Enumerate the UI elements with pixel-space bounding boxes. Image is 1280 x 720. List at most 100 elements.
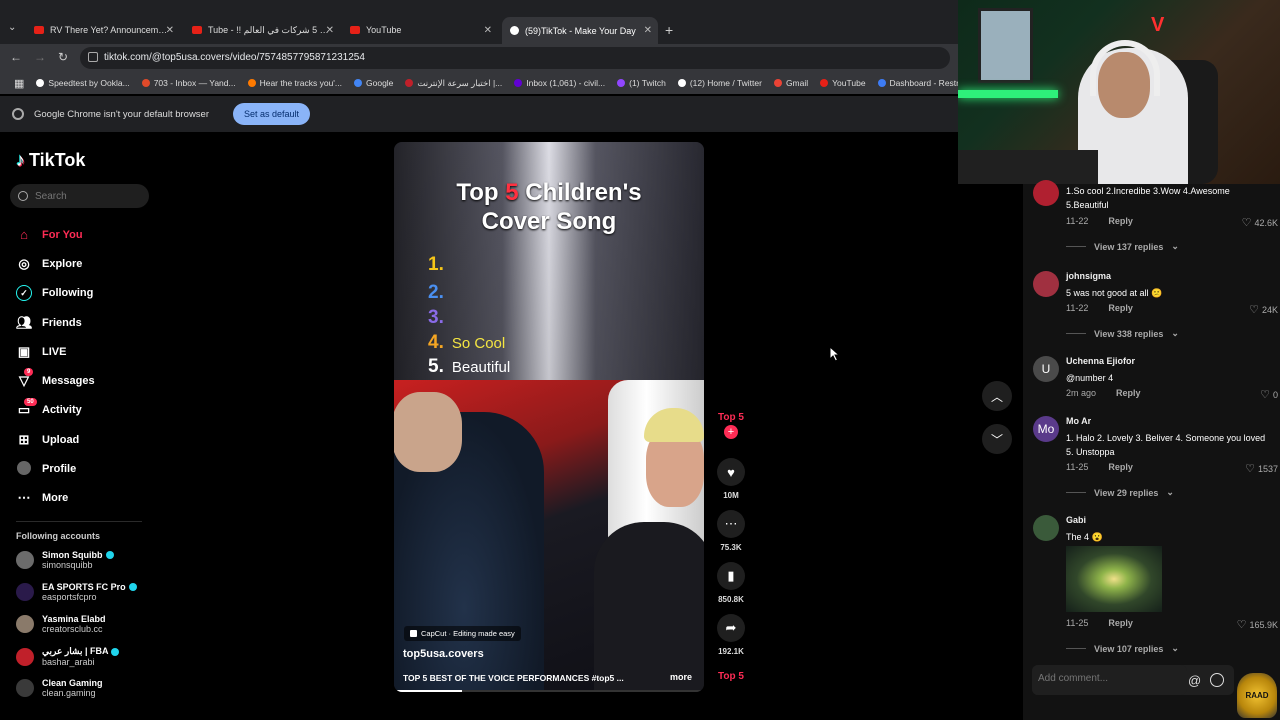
commenter-avatar[interactable]: U xyxy=(1033,356,1059,382)
capcut-tag[interactable]: CapCut · Editing made easy xyxy=(404,626,521,641)
close-tab-icon[interactable]: ✕ xyxy=(326,25,334,36)
comment-date: 11-22 xyxy=(1066,216,1089,226)
emoji-icon[interactable] xyxy=(1210,673,1224,687)
bookmark-item[interactable]: 703 - Inbox — Yand... xyxy=(136,78,242,88)
bookmark-item[interactable]: Inbox (1,061) - civil... xyxy=(508,78,611,88)
bookmark-item[interactable]: اختبار سرعة الإنترنت |... xyxy=(399,78,508,89)
commenter-avatar[interactable]: Mo xyxy=(1033,416,1059,442)
reply-button[interactable]: Reply xyxy=(1108,462,1133,472)
comment-like[interactable]: ♡ 42.6K xyxy=(1242,216,1278,229)
close-tab-icon[interactable]: ✕ xyxy=(166,25,174,36)
rank-number: 3. xyxy=(428,307,444,328)
share-action[interactable]: ➦ 192.1K xyxy=(714,614,748,656)
sound-label[interactable]: Top 5 xyxy=(714,671,748,682)
comment-like[interactable]: ♡ 24K xyxy=(1249,303,1278,316)
compass-icon: ◎ xyxy=(18,255,30,271)
close-tab-icon[interactable]: ✕ xyxy=(644,25,652,36)
nav-for-you[interactable]: ⌂ For You xyxy=(16,220,156,249)
commenter-name[interactable]: johnsigma xyxy=(1066,271,1111,281)
commenter-avatar[interactable] xyxy=(1033,271,1059,297)
video-progress-bar[interactable] xyxy=(394,690,704,692)
like-action[interactable]: ♥ 10M xyxy=(714,458,748,500)
bookmark-item[interactable]: (12) Home / Twitter xyxy=(672,78,768,88)
progress-fill xyxy=(394,690,463,692)
browser-tab[interactable]: YouTube ✕ xyxy=(342,18,498,42)
reply-button[interactable]: Reply xyxy=(1108,618,1133,628)
browser-tab[interactable]: RV There Yet? Announcement T ✕ xyxy=(26,18,180,42)
back-arrow-icon[interactable]: ← xyxy=(10,50,22,64)
commenter-avatar[interactable] xyxy=(1033,515,1059,541)
url-field[interactable]: tiktok.com/@top5usa.covers/video/7574857… xyxy=(80,47,950,69)
nav-upload[interactable]: ⊞ Upload xyxy=(16,425,156,454)
speedtest-favicon-icon xyxy=(36,79,45,87)
comment-input[interactable] xyxy=(1032,665,1182,692)
title-number: 5 xyxy=(505,179,519,206)
bookmark-item[interactable]: Hear the tracks you'... xyxy=(242,78,348,88)
nav-friends[interactable]: 👥︎ Friends xyxy=(16,308,156,337)
nav-messages[interactable]: ▽ 9 Messages xyxy=(16,366,156,395)
new-tab-plus-icon[interactable]: + xyxy=(665,22,673,38)
site-info-icon[interactable] xyxy=(88,52,98,62)
mention-at-icon[interactable]: @ xyxy=(1188,673,1201,688)
comment-like[interactable]: ♡ 1537 xyxy=(1245,462,1278,475)
search-input[interactable] xyxy=(35,190,145,202)
following-account[interactable]: EA SPORTS FC Pro easportsfcpro xyxy=(16,582,137,602)
follow-plus-button[interactable]: + xyxy=(724,425,738,439)
tiktok-logo[interactable]: ♪ TikTok xyxy=(16,150,85,171)
view-replies-button[interactable]: View 29 replies ⌄ xyxy=(1066,487,1174,498)
commenter-name[interactable]: Mo Ar xyxy=(1066,416,1091,426)
comment-like-count: 165.9K xyxy=(1249,619,1278,630)
more-button[interactable]: more xyxy=(670,672,692,682)
creator-avatar-label[interactable]: Top 5 xyxy=(714,412,748,423)
following-account[interactable]: Yasmina Elabd creatorsclub.cc xyxy=(16,614,106,634)
view-replies-button[interactable]: View 338 replies ⌄ xyxy=(1066,328,1179,339)
save-action[interactable]: ▮ 850.8K xyxy=(714,562,748,604)
apps-grid-icon[interactable]: ▦ xyxy=(8,77,30,90)
following-account[interactable]: Clean Gaming clean.gaming xyxy=(16,678,103,698)
commenter-avatar[interactable] xyxy=(1033,180,1059,206)
set-as-default-button[interactable]: Set as default xyxy=(233,103,311,125)
tab-search-chevron-icon[interactable]: ⌄ xyxy=(8,22,16,33)
comment-image[interactable] xyxy=(1066,546,1162,612)
nav-more[interactable]: ⋯ More xyxy=(16,484,156,513)
account-name: Clean Gaming xyxy=(42,678,103,688)
next-video-button[interactable]: ﹀ xyxy=(982,424,1012,454)
comment-like[interactable]: ♡ 165.9K xyxy=(1237,618,1278,631)
bookmark-item[interactable]: Google xyxy=(348,78,399,88)
nav-following[interactable]: ✓ Following xyxy=(16,279,156,308)
share-icon[interactable]: ➦ xyxy=(717,614,745,642)
reply-button[interactable]: Reply xyxy=(1108,303,1133,313)
nav-profile[interactable]: Profile xyxy=(16,454,156,483)
bookmark-item[interactable]: (1) Twitch xyxy=(611,78,672,88)
following-account[interactable]: بشار عربي | FBA bashar_arabi xyxy=(16,646,120,667)
bookmark-icon[interactable]: ▮ xyxy=(717,562,745,590)
search-box[interactable] xyxy=(10,184,149,208)
view-replies-button[interactable]: View 107 replies ⌄ xyxy=(1066,643,1179,654)
nav-activity[interactable]: ▭ 50 Activity xyxy=(16,396,156,425)
comment-text: The 4 😮 xyxy=(1066,532,1103,542)
following-account[interactable]: Simon Squibb simonsquibb xyxy=(16,550,114,570)
browser-tab-active[interactable]: (59)TikTok - Make Your Day ✕ xyxy=(502,17,658,44)
video-player[interactable]: Top 5 Children's Cover Song 1. 2. 3. 4. S… xyxy=(394,142,704,692)
reply-button[interactable]: Reply xyxy=(1116,388,1141,398)
reply-button[interactable]: Reply xyxy=(1108,216,1133,226)
rank-row: 1. xyxy=(428,254,452,276)
bookmark-item[interactable]: Speedtest by Ookla... xyxy=(30,78,135,88)
comment-like[interactable]: ♡ 0 xyxy=(1260,388,1278,401)
bookmark-item[interactable]: Gmail xyxy=(768,78,814,88)
view-replies-button[interactable]: View 137 replies ⌄ xyxy=(1066,241,1179,252)
browser-tab[interactable]: Tube - !! أكبر 5 شركات في العالم ✕ xyxy=(184,18,340,42)
previous-video-button[interactable]: ︿ xyxy=(982,381,1012,411)
comment-icon[interactable]: ⋯ xyxy=(717,510,745,538)
forward-arrow-icon[interactable]: → xyxy=(34,50,46,64)
reload-icon[interactable]: ↻ xyxy=(58,50,68,64)
commenter-name[interactable]: Uchenna Ejiofor xyxy=(1066,356,1135,366)
nav-live[interactable]: ▣ LIVE xyxy=(16,337,156,366)
comment-action[interactable]: ⋯ 75.3K xyxy=(714,510,748,552)
bookmark-item[interactable]: YouTube xyxy=(814,78,871,88)
nav-explore[interactable]: ◎ Explore xyxy=(16,249,156,278)
video-author[interactable]: top5usa.covers xyxy=(403,648,484,660)
commenter-name[interactable]: Gabi xyxy=(1066,515,1086,525)
heart-icon[interactable]: ♥ xyxy=(717,458,745,486)
close-tab-icon[interactable]: ✕ xyxy=(484,25,492,36)
